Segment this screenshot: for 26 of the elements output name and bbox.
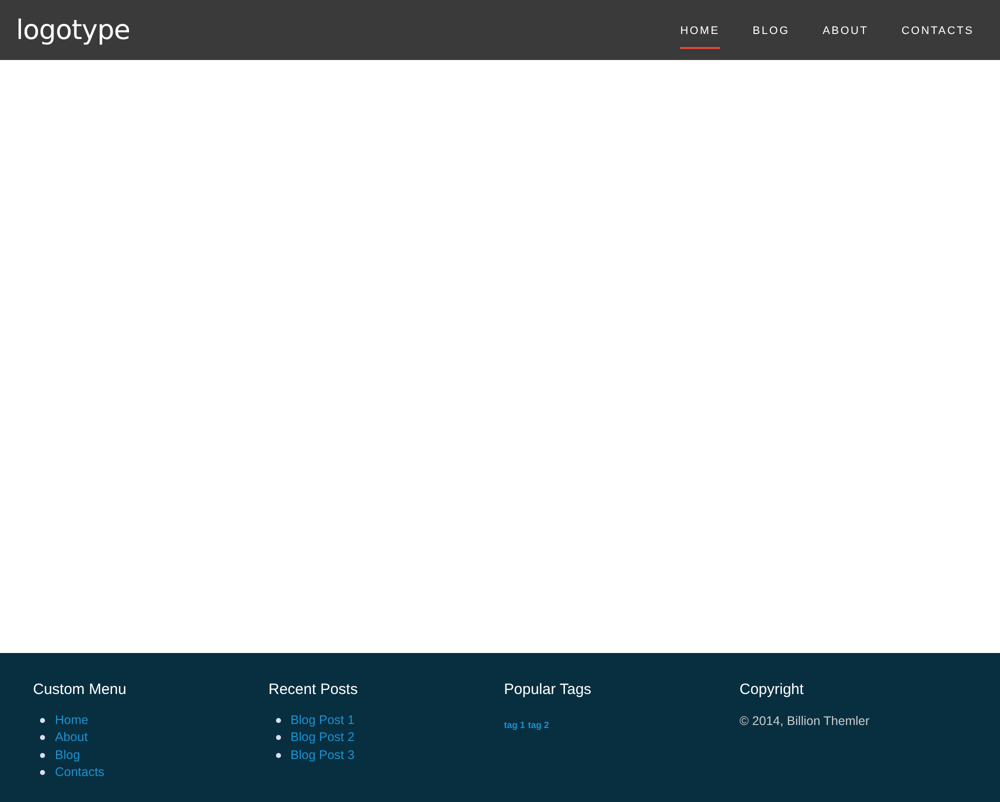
footer-link[interactable]: Blog Post 2: [290, 729, 354, 746]
footer-link[interactable]: Blog Post 3: [290, 746, 354, 764]
bullet-icon: [276, 735, 280, 740]
footer-link[interactable]: Contacts: [55, 764, 104, 782]
nav-link[interactable]: ABOUT: [822, 16, 869, 50]
bullet-icon: [40, 718, 45, 723]
section-title: Popular Tags: [504, 680, 592, 700]
footer-link[interactable]: About: [55, 729, 88, 746]
bullet-icon: [40, 752, 45, 758]
bullet-icon: [276, 752, 280, 758]
footer-link[interactable]: Home: [55, 712, 88, 729]
nav-link[interactable]: HOME: [680, 16, 720, 50]
footer-link[interactable]: Blog Post 1: [290, 712, 354, 729]
tag-link[interactable]: tag 2: [528, 720, 550, 730]
nav-link[interactable]: BLOG: [752, 16, 790, 50]
copyright-text: © 2014, Billion Themler: [740, 712, 870, 730]
section-title: Copyright: [740, 680, 805, 700]
nav-link[interactable]: CONTACTS: [902, 16, 974, 50]
tag-link[interactable]: tag 1: [504, 720, 526, 730]
logo[interactable]: logotype: [16, 16, 130, 44]
footer-link[interactable]: Blog: [55, 746, 80, 764]
bullet-icon: [40, 735, 45, 740]
bullet-icon: [276, 718, 280, 723]
section-title: Recent Posts: [268, 680, 359, 700]
bullet-icon: [40, 770, 45, 776]
section-title: Custom Menu: [33, 680, 128, 700]
